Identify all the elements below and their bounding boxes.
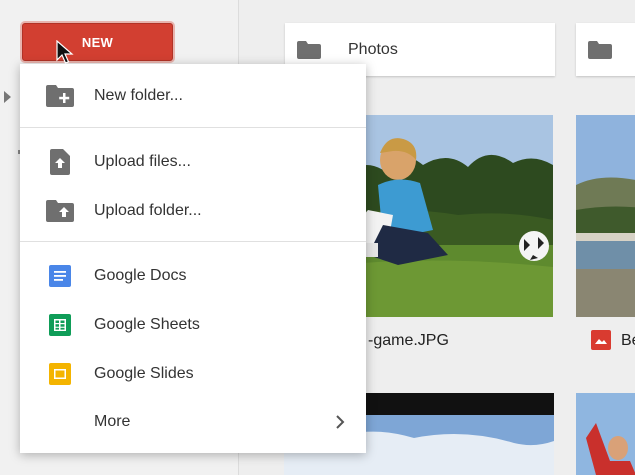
menu-item-label: Upload folder... [94,202,202,219]
google-sheets-icon [46,313,74,337]
menu-item-label: Upload files... [94,153,191,170]
menu-item-google-docs[interactable]: Google Docs [20,254,366,298]
menu-item-upload-files[interactable]: Upload files... [20,140,366,184]
menu-item-label: More [94,413,131,430]
menu-item-upload-folder[interactable]: Upload folder... [20,189,366,233]
file-name[interactable]: Be [621,332,635,350]
photo-thumbnail-celebration[interactable] [576,393,635,475]
photo-thumbnail-boy[interactable] [338,115,553,317]
menu-item-more[interactable]: More [20,400,366,444]
folder-icon [588,40,612,59]
photo-image [338,115,553,317]
new-button[interactable]: NEW [22,23,173,61]
new-menu: New folder... Upload files... Upload fol… [20,64,366,453]
file-name[interactable]: -game.JPG [368,332,449,350]
menu-item-label: Google Docs [94,267,187,284]
google-docs-icon [46,264,74,288]
new-button-label: NEW [81,34,114,50]
upload-file-icon [46,149,74,175]
menu-item-google-sheets[interactable]: Google Sheets [20,303,366,347]
mouse-cursor-icon [56,40,74,64]
upload-folder-icon [46,199,74,223]
image-file-icon [591,330,611,350]
menu-item-google-slides[interactable]: Google Slides [20,352,366,396]
folder-icon [297,40,321,59]
folder-card-2[interactable] [576,23,635,76]
menu-item-label: Google Sheets [94,316,200,333]
menu-divider [20,241,366,242]
menu-item-new-folder[interactable]: New folder... [20,74,366,118]
folder-name: Photos [348,40,398,58]
photo-thumbnail-landscape[interactable] [576,115,635,317]
menu-item-label: New folder... [94,87,183,104]
new-folder-icon [46,84,74,108]
photo-image [576,393,635,475]
menu-item-label: Google Slides [94,365,194,382]
expand-arrow-icon[interactable] [4,91,11,103]
google-slides-icon [46,362,74,386]
chevron-right-icon [336,415,345,429]
menu-divider [20,127,366,128]
photo-image [576,115,635,317]
